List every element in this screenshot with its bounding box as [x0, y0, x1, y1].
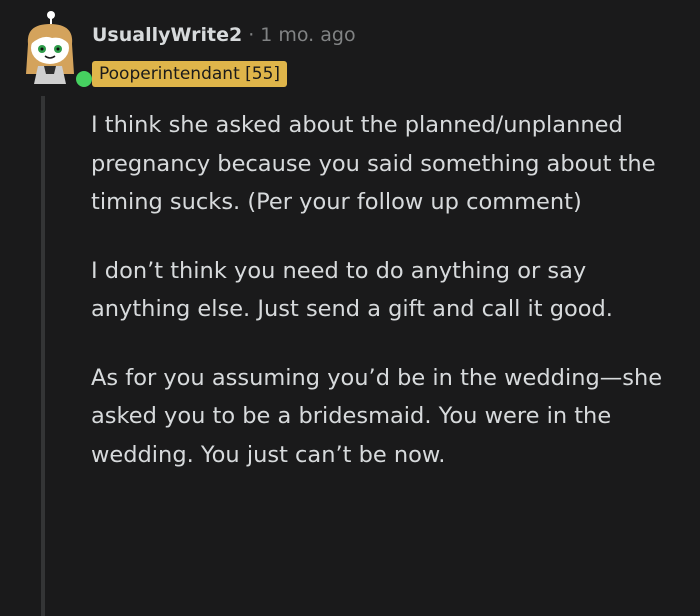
comment-paragraph-1: I think she asked about the planned/unpl…	[91, 112, 656, 215]
snoo-avatar-icon	[26, 11, 74, 84]
comment-meta: UsuallyWrite2 · 1 mo. ago	[92, 22, 356, 48]
comment-timestamp[interactable]: 1 mo. ago	[260, 24, 355, 46]
user-flair-badge: Pooperintendant [55]	[92, 61, 288, 87]
comment-paragraph-3: As for you assuming you’d be in the wedd…	[91, 364, 663, 468]
meta-separator: ·	[248, 24, 255, 46]
thread-collapse-line[interactable]	[41, 96, 45, 616]
username-link[interactable]: UsuallyWrite2	[92, 24, 242, 46]
avatar[interactable]	[18, 8, 95, 90]
comment-paragraph-2: I don’t think you need to do anything or…	[91, 257, 613, 323]
comment-body: I think she asked about the planned/unpl…	[91, 106, 681, 504]
